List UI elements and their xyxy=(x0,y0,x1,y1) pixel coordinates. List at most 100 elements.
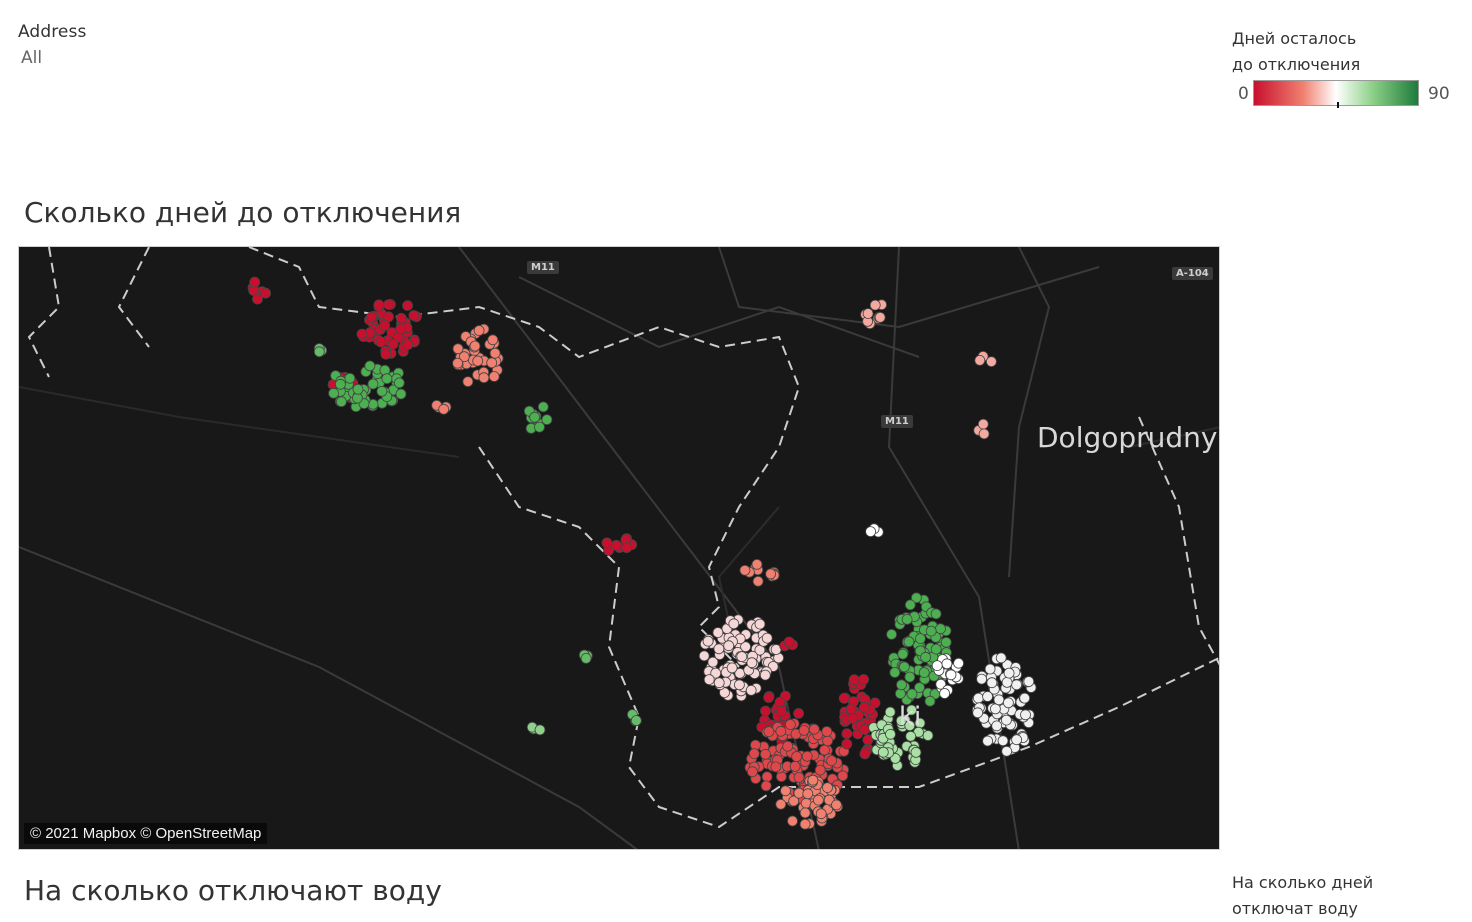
map-point[interactable] xyxy=(760,748,771,760)
map-point[interactable] xyxy=(783,636,795,648)
map-point[interactable] xyxy=(761,771,773,783)
map-point[interactable] xyxy=(707,656,719,668)
map-point[interactable] xyxy=(1001,745,1013,757)
map-point[interactable] xyxy=(356,328,368,340)
map-point[interactable] xyxy=(976,673,987,685)
map-point[interactable] xyxy=(991,720,1003,732)
map-point[interactable] xyxy=(395,312,407,324)
map-point[interactable] xyxy=(774,696,786,708)
map-point[interactable] xyxy=(775,725,787,737)
map-point[interactable] xyxy=(763,726,775,738)
map-point[interactable] xyxy=(469,340,481,352)
map-point[interactable] xyxy=(889,667,901,678)
map-point[interactable] xyxy=(990,703,1001,715)
map-point[interactable] xyxy=(746,657,758,669)
map-point[interactable] xyxy=(885,728,896,740)
map-point[interactable] xyxy=(841,728,853,740)
map-point[interactable] xyxy=(886,628,897,640)
map-point[interactable] xyxy=(621,542,633,554)
map-point[interactable] xyxy=(789,761,801,772)
map-point[interactable] xyxy=(344,372,356,384)
map-point[interactable] xyxy=(541,414,553,426)
map-point[interactable] xyxy=(978,428,990,440)
map-point[interactable] xyxy=(387,338,399,350)
map-point[interactable] xyxy=(931,660,943,672)
map-point[interactable] xyxy=(703,674,715,686)
map-point[interactable] xyxy=(945,669,957,681)
map-point[interactable] xyxy=(723,640,735,652)
map-point[interactable] xyxy=(793,707,804,719)
map-point[interactable] xyxy=(858,674,869,685)
map-point[interactable] xyxy=(611,539,622,551)
map-point[interactable] xyxy=(831,799,842,811)
map-point[interactable] xyxy=(760,780,772,792)
map-point[interactable] xyxy=(335,396,347,408)
map-point[interactable] xyxy=(1001,676,1013,688)
map-point[interactable] xyxy=(904,671,916,683)
map-point[interactable] xyxy=(736,651,748,663)
map-canvas[interactable] xyxy=(19,247,1220,850)
map-point[interactable] xyxy=(381,373,393,385)
map-point[interactable] xyxy=(1001,714,1012,726)
map-point[interactable] xyxy=(821,726,833,737)
map-point[interactable] xyxy=(918,667,930,679)
map-point[interactable] xyxy=(785,719,796,730)
map-point[interactable] xyxy=(376,385,388,397)
map-point[interactable] xyxy=(488,371,500,382)
map-point[interactable] xyxy=(313,346,325,358)
map-point[interactable] xyxy=(1003,667,1015,679)
map-point[interactable] xyxy=(438,403,450,415)
map-point[interactable] xyxy=(848,674,860,686)
map-point[interactable] xyxy=(770,761,782,773)
map-point[interactable] xyxy=(380,348,392,360)
map-point[interactable] xyxy=(393,377,405,389)
map-view[interactable]: M11 M11 A-104 Dolgoprudny ki © 2021 Mapb… xyxy=(18,246,1220,850)
map-point[interactable] xyxy=(1023,676,1035,687)
map-point[interactable] xyxy=(791,751,802,762)
map-point[interactable] xyxy=(402,339,414,350)
map-point[interactable] xyxy=(478,372,490,384)
map-point[interactable] xyxy=(925,625,937,637)
map-point[interactable] xyxy=(997,735,1009,747)
map-point[interactable] xyxy=(845,703,857,715)
map-point[interactable] xyxy=(408,310,420,321)
map-point[interactable] xyxy=(375,336,387,348)
map-point[interactable] xyxy=(1020,709,1031,721)
map-point[interactable] xyxy=(859,748,871,760)
map-point[interactable] xyxy=(920,651,931,663)
map-point[interactable] xyxy=(905,730,917,742)
map-point[interactable] xyxy=(802,788,814,800)
map-point[interactable] xyxy=(760,705,771,717)
map-point[interactable] xyxy=(847,712,858,724)
map-point[interactable] xyxy=(748,748,760,760)
map-point[interactable] xyxy=(986,356,997,367)
map-point[interactable] xyxy=(537,401,549,413)
map-points[interactable] xyxy=(247,276,1037,830)
map-point[interactable] xyxy=(822,735,833,747)
map-point[interactable] xyxy=(366,311,377,323)
map-point[interactable] xyxy=(995,652,1007,664)
map-point[interactable] xyxy=(763,692,775,703)
map-point[interactable] xyxy=(328,387,340,399)
map-point[interactable] xyxy=(752,575,764,587)
map-point[interactable] xyxy=(972,707,984,719)
map-point[interactable] xyxy=(472,355,484,367)
map-point[interactable] xyxy=(838,692,850,704)
map-point[interactable] xyxy=(249,276,261,288)
map-point[interactable] xyxy=(462,376,474,388)
map-point[interactable] xyxy=(993,694,1005,706)
map-point[interactable] xyxy=(775,798,787,810)
map-point[interactable] xyxy=(904,599,916,611)
map-point[interactable] xyxy=(896,679,907,691)
map-point[interactable] xyxy=(487,334,499,346)
map-point[interactable] xyxy=(901,613,913,625)
map-point[interactable] xyxy=(765,568,776,580)
map-point[interactable] xyxy=(793,772,805,783)
map-point[interactable] xyxy=(452,357,464,369)
map-point[interactable] xyxy=(815,808,827,820)
map-point[interactable] xyxy=(877,746,889,758)
map-point[interactable] xyxy=(953,657,964,669)
map-point[interactable] xyxy=(776,705,787,717)
map-point[interactable] xyxy=(939,688,950,699)
map-point[interactable] xyxy=(759,669,771,681)
